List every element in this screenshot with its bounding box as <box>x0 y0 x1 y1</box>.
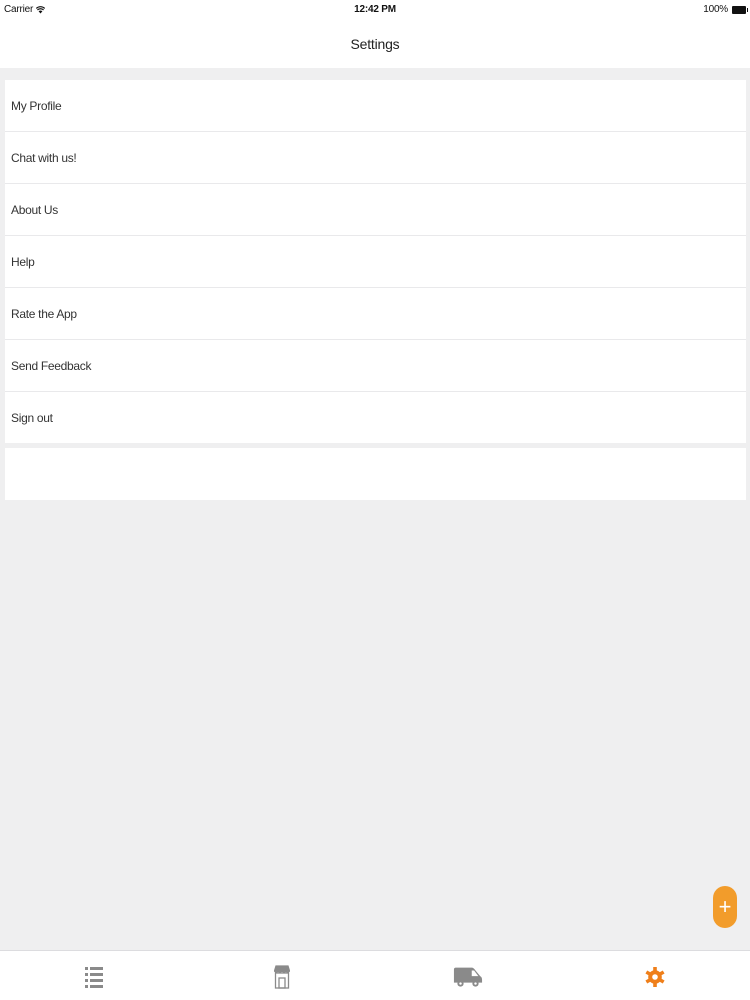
battery-percent: 100% <box>703 4 728 15</box>
settings-item-sign-out[interactable]: Sign out <box>5 392 746 443</box>
empty-list-row <box>5 448 746 500</box>
delivery-van-icon <box>453 967 483 987</box>
tab-settings[interactable] <box>640 963 670 991</box>
status-bar: Carrier 12:42 PM 100% <box>0 0 750 20</box>
add-button[interactable]: + <box>713 886 737 928</box>
settings-item-label: Chat with us! <box>11 150 77 165</box>
settings-item-label: Rate the App <box>11 306 77 321</box>
settings-item-label: About Us <box>11 202 58 217</box>
gear-icon <box>645 967 665 987</box>
settings-list: My Profile Chat with us! About Us Help R… <box>5 80 746 443</box>
store-icon <box>274 965 290 989</box>
settings-item-about-us[interactable]: About Us <box>5 184 746 236</box>
page-title: Settings <box>350 36 400 52</box>
tab-store[interactable] <box>267 963 297 991</box>
battery-icon <box>732 5 748 14</box>
settings-item-label: Send Feedback <box>11 358 92 373</box>
tab-delivery[interactable] <box>453 963 483 991</box>
tab-list[interactable] <box>79 963 109 991</box>
clock: 12:42 PM <box>354 4 396 15</box>
plus-icon: + <box>718 894 732 919</box>
navigation-bar: Settings <box>0 20 750 68</box>
settings-item-help[interactable]: Help <box>5 236 746 288</box>
settings-item-send-feedback[interactable]: Send Feedback <box>5 340 746 392</box>
tab-bar <box>0 950 750 1000</box>
list-icon <box>85 967 103 988</box>
settings-item-label: Help <box>11 254 35 269</box>
settings-item-rate-app[interactable]: Rate the App <box>5 288 746 340</box>
battery-indicator: 100% <box>703 4 748 15</box>
settings-item-label: Sign out <box>11 410 53 425</box>
settings-item-label: My Profile <box>11 98 62 113</box>
settings-item-my-profile[interactable]: My Profile <box>5 80 746 132</box>
settings-item-chat[interactable]: Chat with us! <box>5 132 746 184</box>
